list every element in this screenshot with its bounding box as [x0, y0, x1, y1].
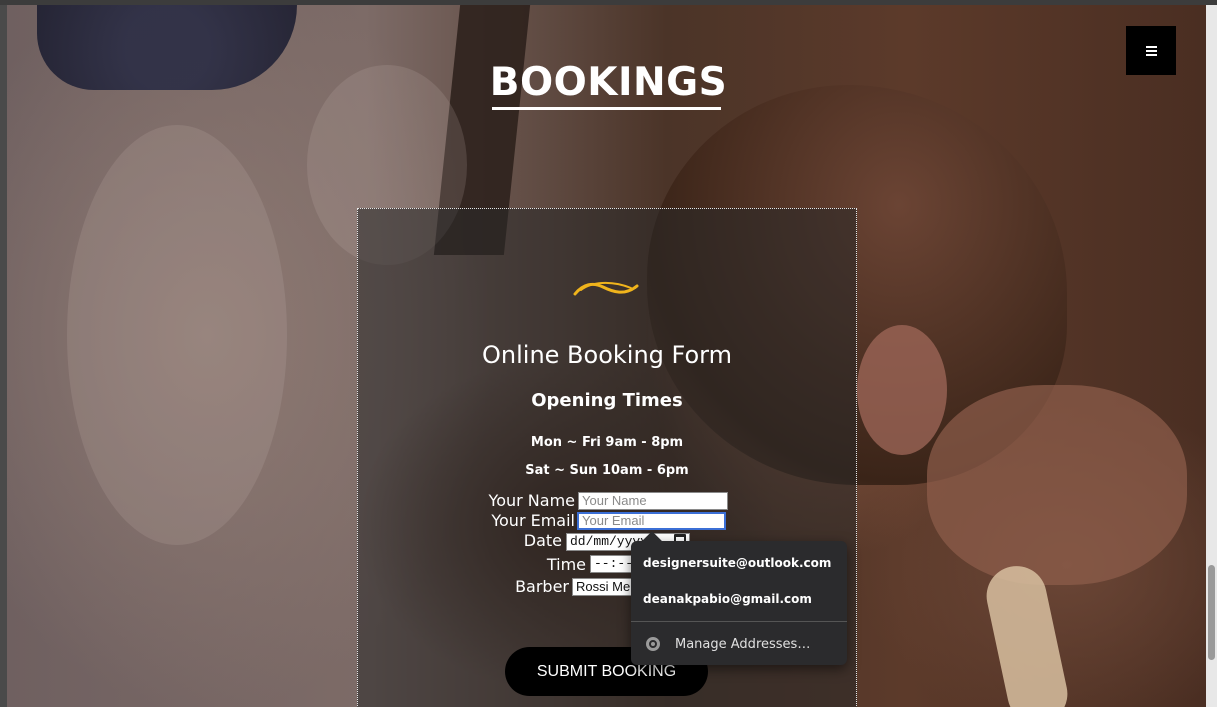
client-ear	[857, 325, 947, 455]
hours-weekend: Sat ~ Sun 10am - 6pm	[525, 463, 689, 478]
autofill-option[interactable]: designersuite@outlook.com	[643, 556, 831, 570]
page-title: BOOKINGS	[489, 60, 728, 105]
time-label: Time	[546, 555, 586, 574]
opening-times-title: Opening Times	[531, 390, 683, 411]
flourish-ornament-icon	[573, 282, 639, 296]
manage-addresses-link[interactable]: Manage Addresses…	[675, 637, 810, 652]
autofill-option[interactable]: deanakpabio@gmail.com	[643, 592, 812, 606]
date-label: Date	[523, 531, 562, 550]
barber-label: Barber	[515, 577, 569, 596]
autofill-divider	[631, 621, 847, 622]
title-underline	[492, 107, 721, 110]
name-input[interactable]: Your Name	[578, 492, 728, 510]
chrome-icon	[646, 637, 660, 651]
email-input[interactable]: Your Email	[577, 512, 726, 530]
shirt-fold	[67, 125, 287, 545]
hours-weekday: Mon ~ Fri 9am - 8pm	[530, 435, 684, 450]
email-label: Your Email	[491, 511, 575, 530]
autofill-dropdown: designersuite@outlook.com deanakpabio@gm…	[631, 531, 847, 665]
hamburger-menu-icon	[1145, 44, 1157, 58]
window-left-edge	[0, 5, 7, 707]
scrollbar-thumb[interactable]	[1208, 565, 1215, 660]
form-title: Online Booking Form	[482, 341, 732, 369]
barber-hand	[927, 385, 1187, 585]
scrollbar-track[interactable]	[1206, 5, 1217, 707]
name-label: Your Name	[488, 491, 575, 510]
